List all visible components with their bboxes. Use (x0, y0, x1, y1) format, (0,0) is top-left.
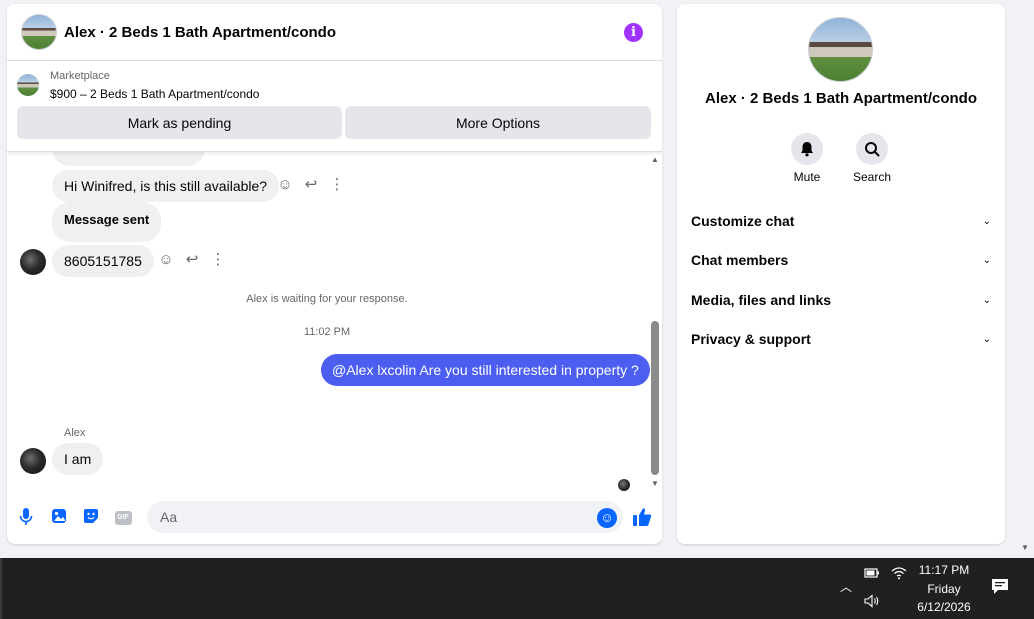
system-note: Alex is waiting for your response. (246, 293, 408, 305)
avatar[interactable] (20, 448, 46, 474)
react-icon[interactable]: ☺ (157, 251, 175, 269)
notification-center-icon[interactable] (991, 578, 1009, 599)
search-label: Search (852, 170, 892, 184)
message-bubble[interactable]: Message sent (52, 202, 162, 242)
show-hidden-icons-chevron-icon[interactable]: ︿ (840, 578, 852, 595)
reply-icon[interactable]: ↩ (183, 251, 201, 269)
emoji-icon[interactable]: ☺ (597, 508, 617, 528)
section-privacy-support[interactable]: Privacy & support ⌄ (691, 327, 991, 351)
conversation-title: Alex · 2 Beds 1 Bath Apartment/condo (705, 90, 977, 107)
marketplace-listing: Marketplace $900 – 2 Beds 1 Bath Apartme… (7, 61, 662, 152)
listing-thumbnail[interactable] (17, 74, 39, 96)
section-label: Chat members (691, 252, 789, 268)
mark-as-pending-button[interactable]: Mark as pending (17, 106, 342, 139)
react-icon[interactable]: ☺ (276, 176, 294, 194)
conversation-info-panel: Alex · 2 Beds 1 Bath Apartment/condo Mut… (677, 4, 1005, 544)
messages-scrollbar[interactable]: ▲ ▼ (649, 154, 661, 494)
message-actions: ☺ ↩ ⋮ (276, 176, 346, 194)
scroll-up-arrow-icon[interactable]: ▲ (649, 154, 661, 166)
wifi-icon[interactable] (891, 566, 907, 583)
reply-icon[interactable]: ↩ (302, 176, 320, 194)
seen-indicator-avatar (618, 479, 630, 491)
chevron-down-icon: ⌄ (982, 254, 991, 266)
message-bubble-partial (52, 152, 205, 166)
listing-price-title[interactable]: $900 – 2 Beds 1 Bath Apartment/condo (50, 87, 259, 101)
chevron-down-icon: ⌄ (982, 215, 991, 227)
chat-avatar[interactable] (21, 14, 57, 50)
message-list[interactable]: Hi Winifred, is this still available? ☺ … (7, 152, 662, 494)
section-label: Customize chat (691, 213, 795, 229)
windows-taskbar: ︿ 11:17 PM Friday 6/12/2026 (0, 558, 1034, 619)
scroll-down-arrow-icon[interactable]: ▼ (649, 478, 661, 490)
gif-label: GIF (114, 510, 132, 525)
thumbs-up-icon[interactable] (631, 507, 653, 529)
section-label: Media, files and links (691, 292, 832, 308)
chevron-down-icon: ⌄ (982, 294, 991, 306)
chevron-down-icon: ⌄ (982, 333, 991, 345)
search-icon[interactable] (856, 133, 888, 165)
conversation-avatar[interactable] (808, 17, 873, 82)
own-message-bubble[interactable]: @Alex lxcolin Are you still interested i… (321, 354, 650, 386)
chat-header: Alex · 2 Beds 1 Bath Apartment/condo i (7, 4, 662, 61)
info-icon[interactable]: i (624, 23, 643, 42)
message-bubble[interactable]: Hi Winifred, is this still available? (52, 170, 280, 202)
page-scroll-down-arrow-icon[interactable]: ▼ (1021, 543, 1029, 552)
section-label: Privacy & support (691, 331, 811, 347)
clock-time[interactable]: 11:17 PM (906, 563, 982, 577)
more-vertical-icon[interactable]: ⋮ (328, 176, 346, 194)
mute-label: Mute (793, 170, 821, 184)
bell-icon[interactable] (791, 133, 823, 165)
listing-source: Marketplace (50, 70, 110, 82)
taskbar-edge (0, 558, 2, 619)
chat-panel: Alex · 2 Beds 1 Bath Apartment/condo i M… (7, 4, 662, 544)
more-options-button[interactable]: More Options (345, 106, 651, 139)
avatar[interactable] (20, 249, 46, 275)
sender-name: Alex (64, 427, 86, 439)
more-vertical-icon[interactable]: ⋮ (209, 251, 227, 269)
timestamp: 11:02 PM (303, 326, 351, 338)
section-customize-chat[interactable]: Customize chat ⌄ (691, 209, 991, 233)
message-input[interactable] (147, 501, 623, 533)
search-button[interactable]: Search (842, 133, 902, 184)
section-media-files-links[interactable]: Media, files and links ⌄ (691, 288, 991, 312)
volume-icon[interactable] (864, 594, 880, 611)
section-chat-members[interactable]: Chat members ⌄ (691, 248, 991, 272)
gif-icon[interactable]: GIF (113, 508, 133, 528)
battery-icon[interactable] (864, 567, 880, 582)
mute-button[interactable]: Mute (777, 133, 837, 184)
composer: GIF ☺ (7, 494, 662, 544)
sticker-icon[interactable] (81, 508, 101, 528)
message-bubble[interactable]: I am (52, 443, 104, 475)
message-bubble[interactable]: 8605151785 (52, 245, 154, 277)
microphone-icon[interactable] (16, 508, 36, 528)
chat-title[interactable]: Alex · 2 Beds 1 Bath Apartment/condo (64, 24, 336, 41)
photo-icon[interactable] (49, 508, 69, 528)
clock-date[interactable]: 6/12/2026 (906, 600, 982, 614)
scroll-thumb[interactable] (651, 321, 659, 475)
message-actions: ☺ ↩ ⋮ (157, 251, 227, 269)
clock-day[interactable]: Friday (906, 582, 982, 596)
